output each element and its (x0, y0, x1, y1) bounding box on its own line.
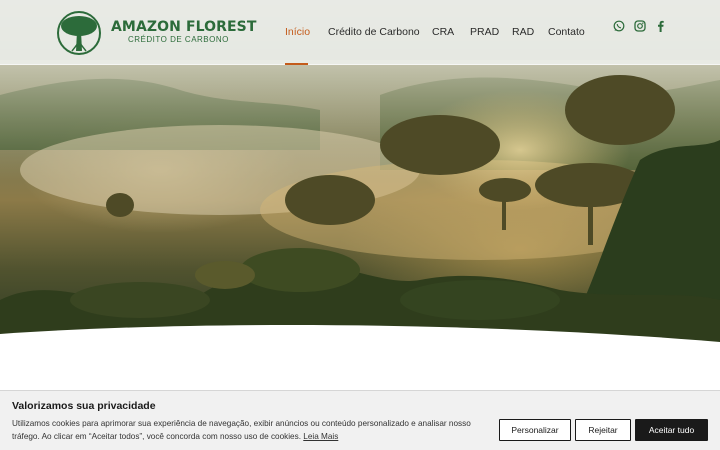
nav-item-rad[interactable]: RAD (512, 26, 534, 38)
nav-item-inicio[interactable]: Início (285, 26, 310, 38)
nav-item-contato[interactable]: Contato (548, 26, 585, 38)
nav-item-credito-de-carbono[interactable]: Crédito de Carbono (328, 26, 420, 38)
nav-active-indicator (285, 63, 308, 65)
nav-item-cra[interactable]: CRA (432, 26, 454, 38)
cookie-text: Utilizamos cookies para aprimorar sua ex… (12, 419, 471, 441)
cookie-description: Utilizamos cookies para aprimorar sua ex… (12, 418, 492, 443)
whatsapp-icon[interactable] (613, 20, 625, 32)
nav-item-prad[interactable]: PRAD (470, 26, 499, 38)
main-nav: Início Crédito de Carbono CRA PRAD RAD C… (0, 26, 720, 40)
cookie-title: Valorizamos sua privacidade (12, 400, 156, 412)
cookie-consent-banner: Valorizamos sua privacidade Utilizamos c… (0, 390, 720, 450)
accept-all-button[interactable]: Aceitar tudo (635, 419, 708, 441)
instagram-icon[interactable] (634, 20, 646, 32)
read-more-link[interactable]: Leia Mais (303, 432, 338, 441)
reject-button[interactable]: Rejeitar (575, 419, 631, 441)
site-header: AMAZON FLOREST CRÉDITO DE CARBONO Início… (0, 0, 720, 65)
facebook-icon[interactable] (655, 20, 667, 32)
customize-button[interactable]: Personalizar (499, 419, 571, 441)
